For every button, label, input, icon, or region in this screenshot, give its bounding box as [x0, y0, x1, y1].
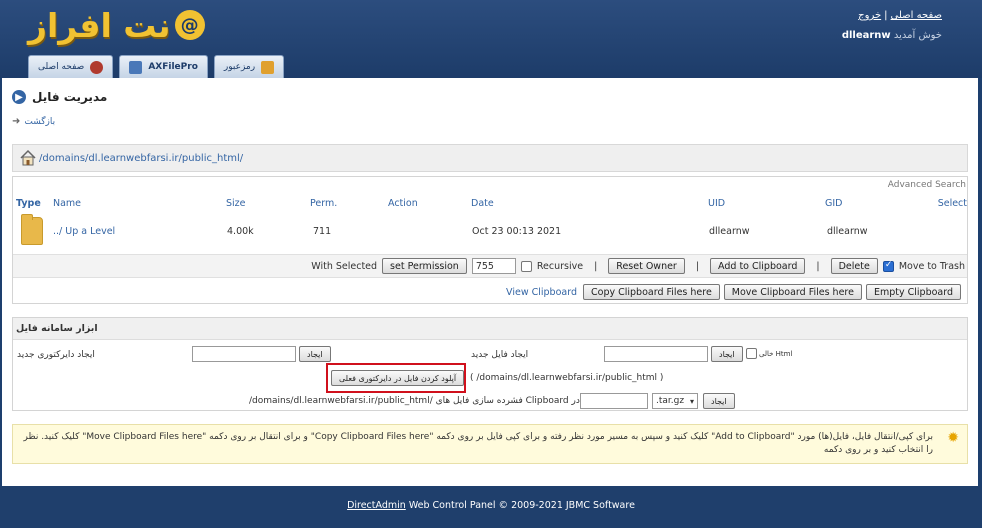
- archive-format-select[interactable]: .tar.gz ▾: [652, 393, 698, 409]
- notice-text: برای کپی/انتقال فایل، فایل(ها) مورد "Add…: [23, 432, 933, 455]
- set-permission-button[interactable]: set Permission: [382, 258, 467, 274]
- empty-html-label: خالی Html: [759, 350, 793, 358]
- tab-password-label: رمزعبور: [223, 62, 256, 72]
- tab-home[interactable]: صفحه اصلی: [28, 55, 114, 78]
- recursive-label: Recursive: [536, 260, 584, 272]
- footer: DirectAdmin Web Control Panel © 2009-202…: [0, 500, 982, 511]
- reset-owner-button[interactable]: Reset Owner: [608, 258, 685, 274]
- welcome-text: خوش آمدید: [893, 30, 942, 41]
- new-file-input[interactable]: [604, 346, 708, 362]
- back-arrow-icon: ➜: [12, 116, 21, 127]
- back-label: بازگشت: [24, 116, 56, 127]
- info-sun-icon: ✹: [947, 430, 959, 446]
- create-dir-button[interactable]: ایجاد: [299, 346, 331, 362]
- col-type[interactable]: Type: [16, 198, 41, 209]
- welcome-user: dllearnw: [841, 30, 891, 41]
- nav-tabs: صفحه اصلی AXFilePro رمزعبور: [28, 55, 285, 78]
- col-name[interactable]: Name: [53, 198, 81, 209]
- add-to-clipboard-button[interactable]: Add to Clipboard: [710, 258, 806, 274]
- move-clipboard-button[interactable]: Move Clipboard Files here: [723, 284, 862, 300]
- move-to-trash-checkbox[interactable]: [882, 260, 894, 272]
- new-dir-label: ایجاد دایرکتوری جدید: [17, 350, 95, 360]
- row-size: 4.00k: [227, 226, 254, 237]
- tab-home-label: صفحه اصلی: [38, 62, 85, 72]
- link-separator: |: [884, 10, 888, 21]
- password-icon: [261, 60, 275, 74]
- col-perm[interactable]: Perm.: [310, 198, 337, 209]
- tab-password[interactable]: رمزعبور: [213, 55, 285, 78]
- logo[interactable]: نت افراز @: [28, 5, 205, 45]
- row-uid: dllearnw: [709, 226, 750, 237]
- create-file-button[interactable]: ایجاد: [711, 346, 743, 362]
- row-date: Oct 23 00:13 2021: [472, 226, 562, 237]
- chevron-down-icon: ▾: [689, 396, 694, 406]
- separator: |: [816, 260, 820, 272]
- directadmin-link[interactable]: DirectAdmin: [347, 500, 406, 511]
- tab-axfilepro-label: AXFilePro: [148, 62, 198, 72]
- new-dir-input[interactable]: [192, 346, 296, 362]
- selection-actions: With Selected set Permission 755 Recursi…: [13, 254, 967, 278]
- top-links: صفحه اصلی|خروج dllearnw خوش آمدید: [842, 10, 942, 41]
- separator: |: [594, 260, 598, 272]
- col-gid[interactable]: GID: [825, 198, 842, 209]
- col-date[interactable]: Date: [471, 198, 494, 209]
- file-tools: ابزار سامانه فایل ایجاد دایرکتوری جدید ا…: [12, 317, 968, 411]
- row-gid: dllearnw: [827, 226, 868, 237]
- archive-format-value: .tar.gz: [656, 396, 685, 406]
- empty-clipboard-button[interactable]: Empty Clipboard: [865, 284, 961, 300]
- empty-html-checkbox[interactable]: [746, 348, 757, 359]
- move-to-trash-label: Move to Trash: [898, 260, 965, 272]
- copy-clipboard-button[interactable]: Copy Clipboard Files here: [583, 284, 720, 300]
- page-title-text: مدیریت فایل: [32, 90, 108, 104]
- tools-title: ابزار سامانه فایل: [13, 318, 967, 340]
- arrow-circle-icon: ▶: [12, 90, 26, 104]
- path-bar: /domains/dl.learnwebfarsi.ir/public_html…: [12, 144, 968, 172]
- current-path[interactable]: /domains/dl.learnwebfarsi.ir/public_html…: [39, 153, 243, 164]
- permission-input[interactable]: 755: [471, 258, 516, 274]
- upload-button[interactable]: آپلود کردن فایل در دایرکتوری فعلی: [331, 370, 465, 386]
- new-file-label: ایجاد فایل جدید: [471, 350, 529, 360]
- back-link[interactable]: ➜ بازگشت: [12, 116, 55, 127]
- clipboard-actions: View Clipboard Copy Clipboard Files here…: [13, 282, 967, 302]
- tab-axfilepro[interactable]: AXFilePro: [119, 55, 208, 78]
- archive-label: /domains/dl.learnwebfarsi.ir/public_html…: [249, 396, 580, 406]
- row-perm: 711: [313, 226, 332, 237]
- axfilepro-icon: [129, 60, 143, 74]
- file-table: Advanced Search Type Name Size Perm. Act…: [12, 176, 968, 304]
- page-title: ▶ مدیریت فایل: [12, 90, 107, 104]
- archive-name-input[interactable]: [580, 393, 648, 409]
- clipboard-notice: ✹ برای کپی/انتقال فایل، فایل(ها) مورد "A…: [12, 424, 968, 464]
- header: نت افراز @ صفحه اصلی|خروج dllearnw خوش آ…: [0, 0, 982, 78]
- home-tab-icon: [90, 60, 104, 74]
- logout-link[interactable]: خروج: [858, 10, 881, 21]
- advanced-search-link[interactable]: Advanced Search: [888, 180, 966, 190]
- up-level-link[interactable]: ../ Up a Level: [53, 226, 115, 237]
- logo-mark-icon: @: [174, 10, 205, 40]
- main-content: ▶ مدیریت فایل ➜ بازگشت /domains/dl.learn…: [2, 78, 978, 486]
- home-folder-icon[interactable]: [19, 149, 37, 167]
- logo-text: نت افراز: [28, 5, 172, 45]
- table-header: Type Name Size Perm. Action Date UID GID…: [13, 197, 967, 211]
- folder-icon[interactable]: [21, 214, 43, 245]
- view-clipboard-link[interactable]: View Clipboard: [506, 287, 577, 298]
- delete-button[interactable]: Delete: [830, 258, 878, 274]
- recursive-checkbox[interactable]: [520, 260, 532, 272]
- col-size[interactable]: Size: [226, 198, 246, 209]
- upload-path: ( /domains/dl.learnwebfarsi.ir/public_ht…: [470, 373, 664, 383]
- separator: |: [695, 260, 700, 272]
- table-row: ../ Up a Level 4.00k 711 Oct 23 00:13 20…: [13, 214, 967, 250]
- col-action: Action: [388, 198, 418, 209]
- footer-text: Web Control Panel © 2009-2021 JBMC Softw…: [405, 500, 635, 511]
- col-uid[interactable]: UID: [708, 198, 725, 209]
- welcome-message: dllearnw خوش آمدید: [842, 30, 942, 41]
- create-archive-button[interactable]: ایجاد: [703, 393, 735, 409]
- with-selected-label: With Selected: [311, 260, 378, 272]
- col-select[interactable]: Select: [938, 198, 967, 209]
- home-link[interactable]: صفحه اصلی: [891, 10, 942, 21]
